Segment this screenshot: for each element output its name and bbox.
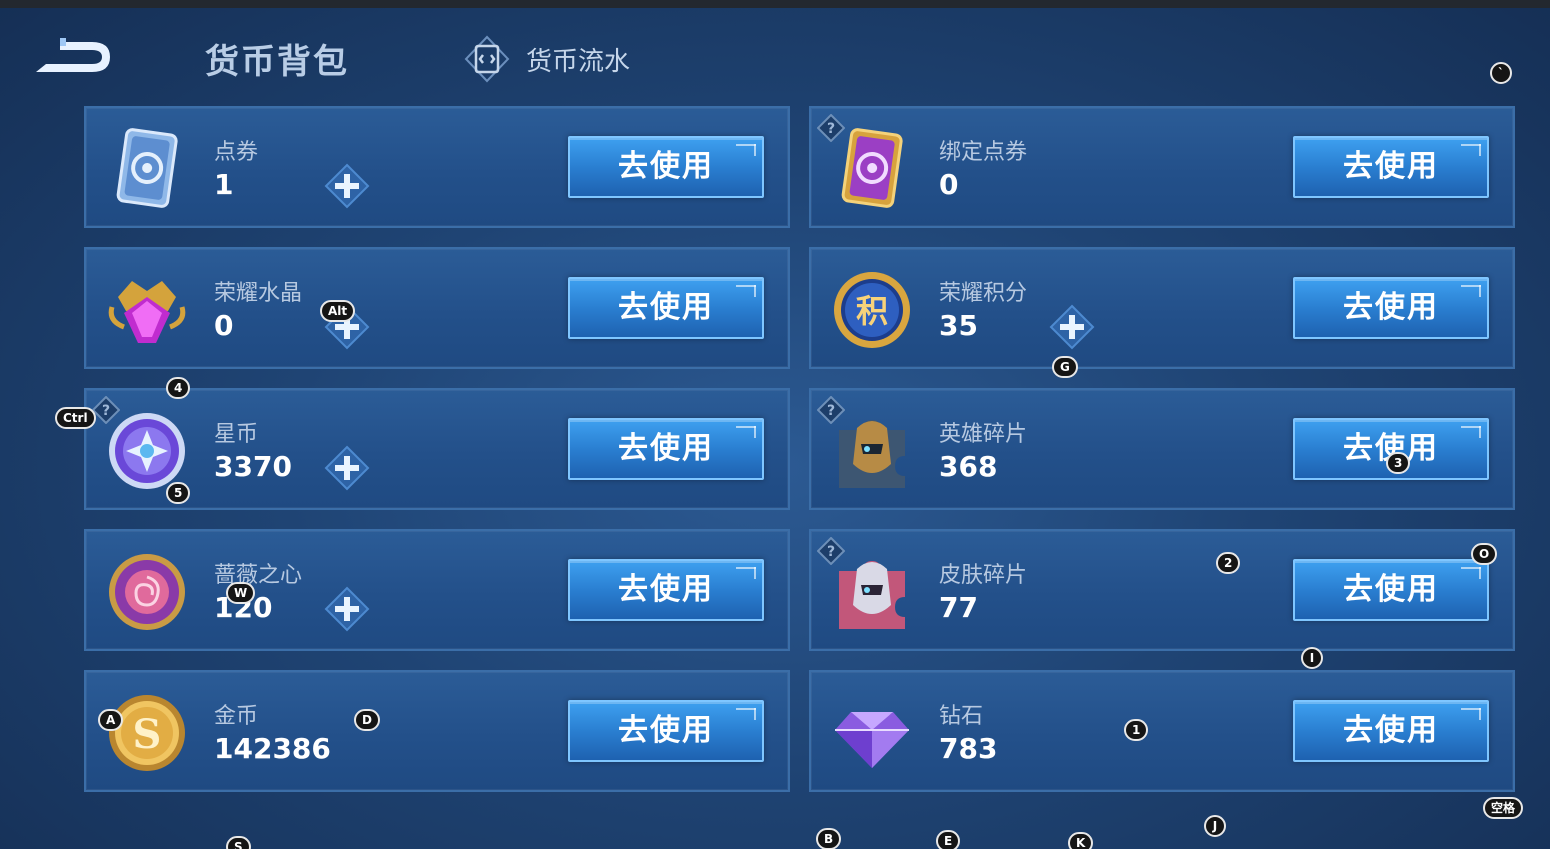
glory-points-icon: 积 <box>829 267 915 353</box>
bound-voucher-card-icon <box>829 126 915 212</box>
top-bar <box>0 0 1550 8</box>
add-currency-button[interactable] <box>324 163 370 209</box>
currency-name: 钻石 <box>939 704 984 729</box>
add-currency-button[interactable] <box>324 586 370 632</box>
svg-text:积: 积 <box>856 292 888 330</box>
currency-name: 荣耀积分 <box>939 281 1028 306</box>
gold-coin-icon: S <box>104 690 190 776</box>
key-hint-badge: O <box>1471 543 1498 565</box>
currency-card: 钻石 783 去使用 <box>809 670 1515 792</box>
currency-value: 783 <box>939 732 998 765</box>
key-hint-badge: 空格 <box>1483 797 1524 819</box>
key-hint-badge: Alt <box>320 300 356 322</box>
add-currency-button[interactable] <box>324 445 370 491</box>
currency-card: 荣耀水晶 0 去使用 <box>84 247 790 369</box>
use-button[interactable]: 去使用 <box>568 559 764 621</box>
currency-card: ? 英雄碎片 368 去使用 <box>809 388 1515 510</box>
use-button[interactable]: 去使用 <box>568 136 764 198</box>
key-hint-badge: 1 <box>1124 719 1149 741</box>
currency-value: 1 <box>214 168 234 201</box>
currency-value: 0 <box>214 309 234 342</box>
back-arrow-icon <box>36 38 110 72</box>
key-hint-badge: ` <box>1490 62 1512 84</box>
flow-record-icon <box>464 35 510 83</box>
use-button[interactable]: 去使用 <box>1293 277 1489 339</box>
currency-card: ? 绑定点券 0 去使用 <box>809 106 1515 228</box>
key-hint-badge: J <box>1204 815 1226 837</box>
svg-text:S: S <box>133 711 162 758</box>
currency-value: 3370 <box>214 450 292 483</box>
key-hint-badge: D <box>354 709 380 731</box>
key-hint-badge: S <box>226 836 251 849</box>
key-hint-badge: K <box>1068 832 1094 849</box>
currency-value: 77 <box>939 591 978 624</box>
add-currency-button[interactable] <box>1049 304 1095 350</box>
key-hint-badge: 2 <box>1216 552 1241 574</box>
currency-name: 皮肤碎片 <box>939 563 1028 588</box>
key-hint-badge: I <box>1301 647 1323 669</box>
currency-name: 金币 <box>214 704 259 729</box>
skin-shard-icon <box>829 549 915 635</box>
currency-name: 星币 <box>214 422 259 447</box>
currency-name: 点券 <box>214 140 259 165</box>
currency-value: 368 <box>939 450 998 483</box>
use-button[interactable]: 去使用 <box>1293 700 1489 762</box>
use-button[interactable]: 去使用 <box>1293 136 1489 198</box>
page-title: 货币背包 <box>205 42 349 82</box>
key-hint-badge: B <box>816 828 842 849</box>
currency-name: 蔷薇之心 <box>214 563 303 588</box>
currency-value: 35 <box>939 309 978 342</box>
currency-card: 点券 1 去使用 <box>84 106 790 228</box>
voucher-card-icon <box>104 126 190 212</box>
use-button[interactable]: 去使用 <box>568 277 764 339</box>
key-hint-badge: Ctrl <box>55 407 96 429</box>
diamond-icon <box>829 690 915 776</box>
use-button[interactable]: 去使用 <box>568 418 764 480</box>
currency-card: ? 皮肤碎片 77 去使用 <box>809 529 1515 651</box>
glory-crystal-icon <box>104 267 190 353</box>
back-button[interactable] <box>30 34 116 80</box>
currency-flow-button[interactable]: 货币流水 <box>462 34 630 84</box>
currency-flow-label: 货币流水 <box>526 46 631 77</box>
rose-heart-icon <box>104 549 190 635</box>
key-hint-badge: 5 <box>166 482 191 504</box>
key-hint-badge: W <box>226 582 256 604</box>
hero-shard-icon <box>829 408 915 494</box>
currency-value: 142386 <box>214 732 331 765</box>
currency-card: 积 荣耀积分 35 去使用 <box>809 247 1515 369</box>
use-button[interactable]: 去使用 <box>568 700 764 762</box>
currency-name: 荣耀水晶 <box>214 281 303 306</box>
use-button[interactable]: 去使用 <box>1293 559 1489 621</box>
key-hint-badge: 3 <box>1386 452 1411 474</box>
currency-value: 0 <box>939 168 959 201</box>
key-hint-badge: E <box>936 830 961 849</box>
currency-name: 英雄碎片 <box>939 422 1028 447</box>
key-hint-badge: A <box>98 709 124 731</box>
key-hint-badge: 4 <box>166 377 191 399</box>
key-hint-badge: G <box>1052 356 1078 378</box>
currency-name: 绑定点券 <box>939 140 1028 165</box>
currency-card: 蔷薇之心 120 去使用 <box>84 529 790 651</box>
currency-card: S 金币 142386 去使用 <box>84 670 790 792</box>
